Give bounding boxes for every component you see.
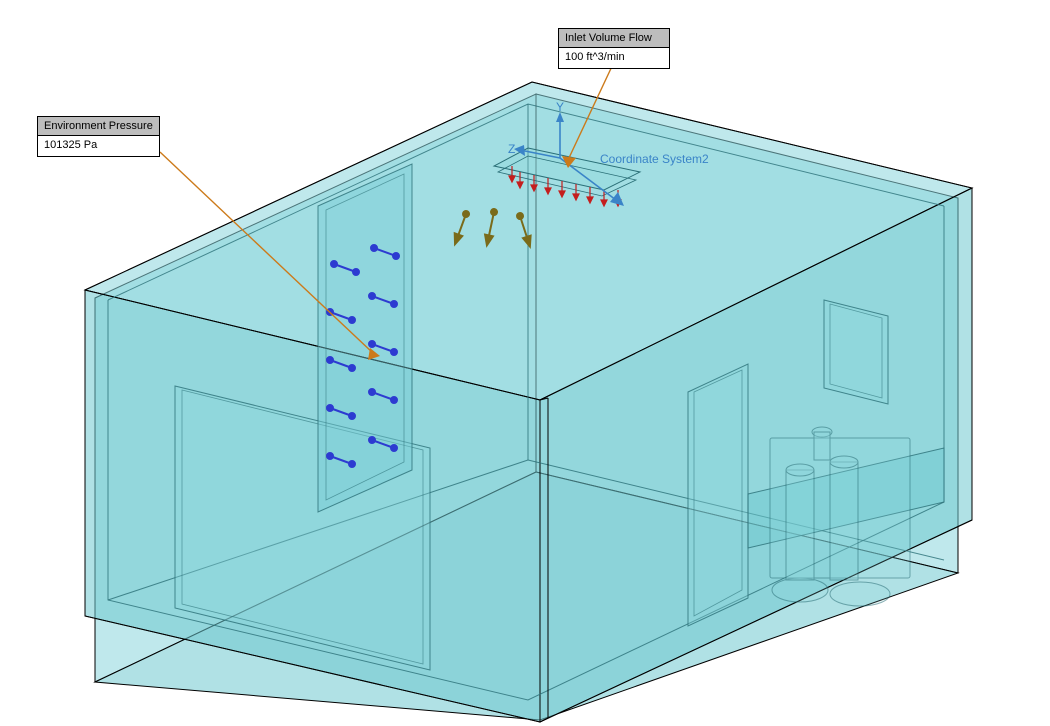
callout-title: Environment Pressure [38, 117, 159, 136]
coordinate-system-label: Coordinate System2 [600, 152, 709, 166]
callout-title: Inlet Volume Flow [559, 29, 669, 48]
simulation-viewport[interactable]: .face { fill: #8BD6DC; fill-opacity: 0.5… [0, 0, 1050, 726]
axis-label-y: Y [556, 100, 564, 114]
axis-label-z: Z [508, 142, 515, 156]
callout-environment-pressure[interactable]: Environment Pressure 101325 Pa [37, 116, 160, 157]
callout-value: 100 ft^3/min [559, 48, 669, 68]
scene-svg: .face { fill: #8BD6DC; fill-opacity: 0.5… [0, 0, 1050, 726]
callout-value: 101325 Pa [38, 136, 159, 156]
callout-inlet-volume-flow[interactable]: Inlet Volume Flow 100 ft^3/min [558, 28, 670, 69]
